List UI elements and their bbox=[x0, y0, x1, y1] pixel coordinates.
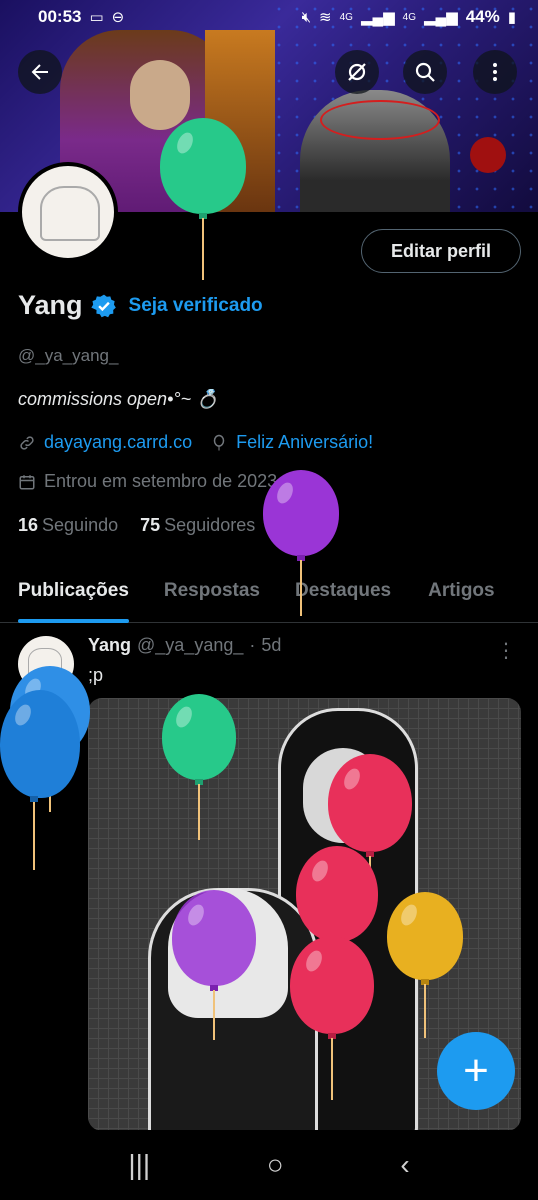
back-arrow-icon bbox=[31, 64, 48, 80]
balloon-purple bbox=[263, 470, 339, 616]
balloon-icon bbox=[213, 434, 225, 450]
verified-badge-icon[interactable] bbox=[90, 293, 117, 319]
calendar-icon bbox=[19, 474, 35, 489]
edit-profile-button[interactable]: Editar perfil bbox=[361, 229, 521, 273]
post-time[interactable]: 5d bbox=[261, 635, 281, 656]
post-text: ;p bbox=[88, 665, 104, 685]
balloon-green bbox=[162, 694, 236, 840]
more-button[interactable] bbox=[473, 50, 517, 94]
nav-back-icon[interactable]: ‹ bbox=[400, 1149, 409, 1181]
website-link[interactable]: dayayang.carrd.co bbox=[44, 432, 192, 453]
recent-apps-icon[interactable]: ||| bbox=[128, 1149, 150, 1181]
balloon-pink bbox=[290, 936, 374, 1100]
plus-icon: + bbox=[463, 1046, 489, 1095]
signal-label: 4G bbox=[339, 11, 353, 23]
more-vertical-icon bbox=[493, 63, 497, 81]
grok-icon bbox=[348, 63, 366, 81]
name-row: Yang Seja verificado bbox=[18, 290, 263, 321]
balloon-yellow bbox=[387, 892, 463, 1038]
search-icon bbox=[415, 62, 435, 82]
battery-icon: ▮ bbox=[507, 9, 516, 26]
system-navigation-bar: ||| ○ ‹ bbox=[0, 1130, 538, 1200]
tab-publicacoes[interactable]: Publicações bbox=[18, 560, 129, 623]
profile-bio: commissions open•°~ 💍 bbox=[18, 389, 219, 409]
balloon-purple bbox=[172, 890, 256, 1040]
follow-stats: 16 Seguindo 75 Seguidores bbox=[18, 515, 255, 536]
signal-icon: ▂▄▆ bbox=[360, 9, 395, 26]
post-header: Yang @_ya_yang_ · 5d bbox=[88, 635, 281, 656]
banner-halo bbox=[320, 100, 440, 140]
screen-icon: ▭ bbox=[89, 9, 104, 26]
dnd-icon: ⊖ bbox=[111, 9, 125, 26]
joined-row: Entrou em setembro de 2023 bbox=[18, 471, 277, 492]
balloon-green bbox=[160, 118, 246, 280]
followers-link[interactable]: 75 Seguidores bbox=[140, 515, 255, 536]
search-button[interactable] bbox=[403, 50, 447, 94]
status-bar: 00:53 ▭ ⊖ 🔇︎ ≋ 4G ▂▄▆ 4G ▂▄▆ 44% ▮ bbox=[0, 0, 538, 34]
profile-meta-row: dayayang.carrd.co Feliz Aniversário! bbox=[18, 432, 373, 453]
signal-icon: ▂▄▆ bbox=[424, 9, 458, 26]
post-more-icon[interactable]: ⋮ bbox=[496, 638, 516, 663]
status-time: 00:53 bbox=[38, 7, 82, 26]
profile-handle: @_ya_yang_ bbox=[18, 346, 119, 365]
back-button[interactable] bbox=[18, 50, 62, 94]
get-verified-link[interactable]: Seja verificado bbox=[129, 295, 263, 317]
joined-date: Entrou em setembro de 2023 bbox=[44, 471, 278, 491]
display-name: Yang bbox=[18, 290, 83, 320]
balloon-blue bbox=[0, 690, 80, 870]
post-separator: · bbox=[249, 635, 256, 655]
grok-button[interactable] bbox=[335, 50, 379, 94]
tab-respostas[interactable]: Respostas bbox=[164, 560, 260, 622]
home-icon[interactable]: ○ bbox=[267, 1149, 284, 1181]
tab-artigos[interactable]: Artigos bbox=[428, 560, 495, 622]
signal-label: 4G bbox=[402, 11, 416, 23]
post-author-handle[interactable]: @_ya_yang_ bbox=[137, 635, 243, 656]
compose-post-button[interactable]: + bbox=[437, 1032, 515, 1110]
battery-percent: 44% bbox=[465, 7, 500, 26]
birthday-text[interactable]: Feliz Aniversário! bbox=[236, 432, 373, 453]
mute-icon: 🔇︎ bbox=[301, 8, 312, 26]
following-link[interactable]: 16 Seguindo bbox=[18, 515, 118, 536]
post-author-name[interactable]: Yang bbox=[88, 635, 131, 656]
link-icon bbox=[20, 435, 34, 450]
banner-red-dot bbox=[470, 137, 506, 173]
profile-avatar[interactable] bbox=[18, 162, 118, 262]
wifi-icon: ≋ bbox=[319, 9, 332, 26]
